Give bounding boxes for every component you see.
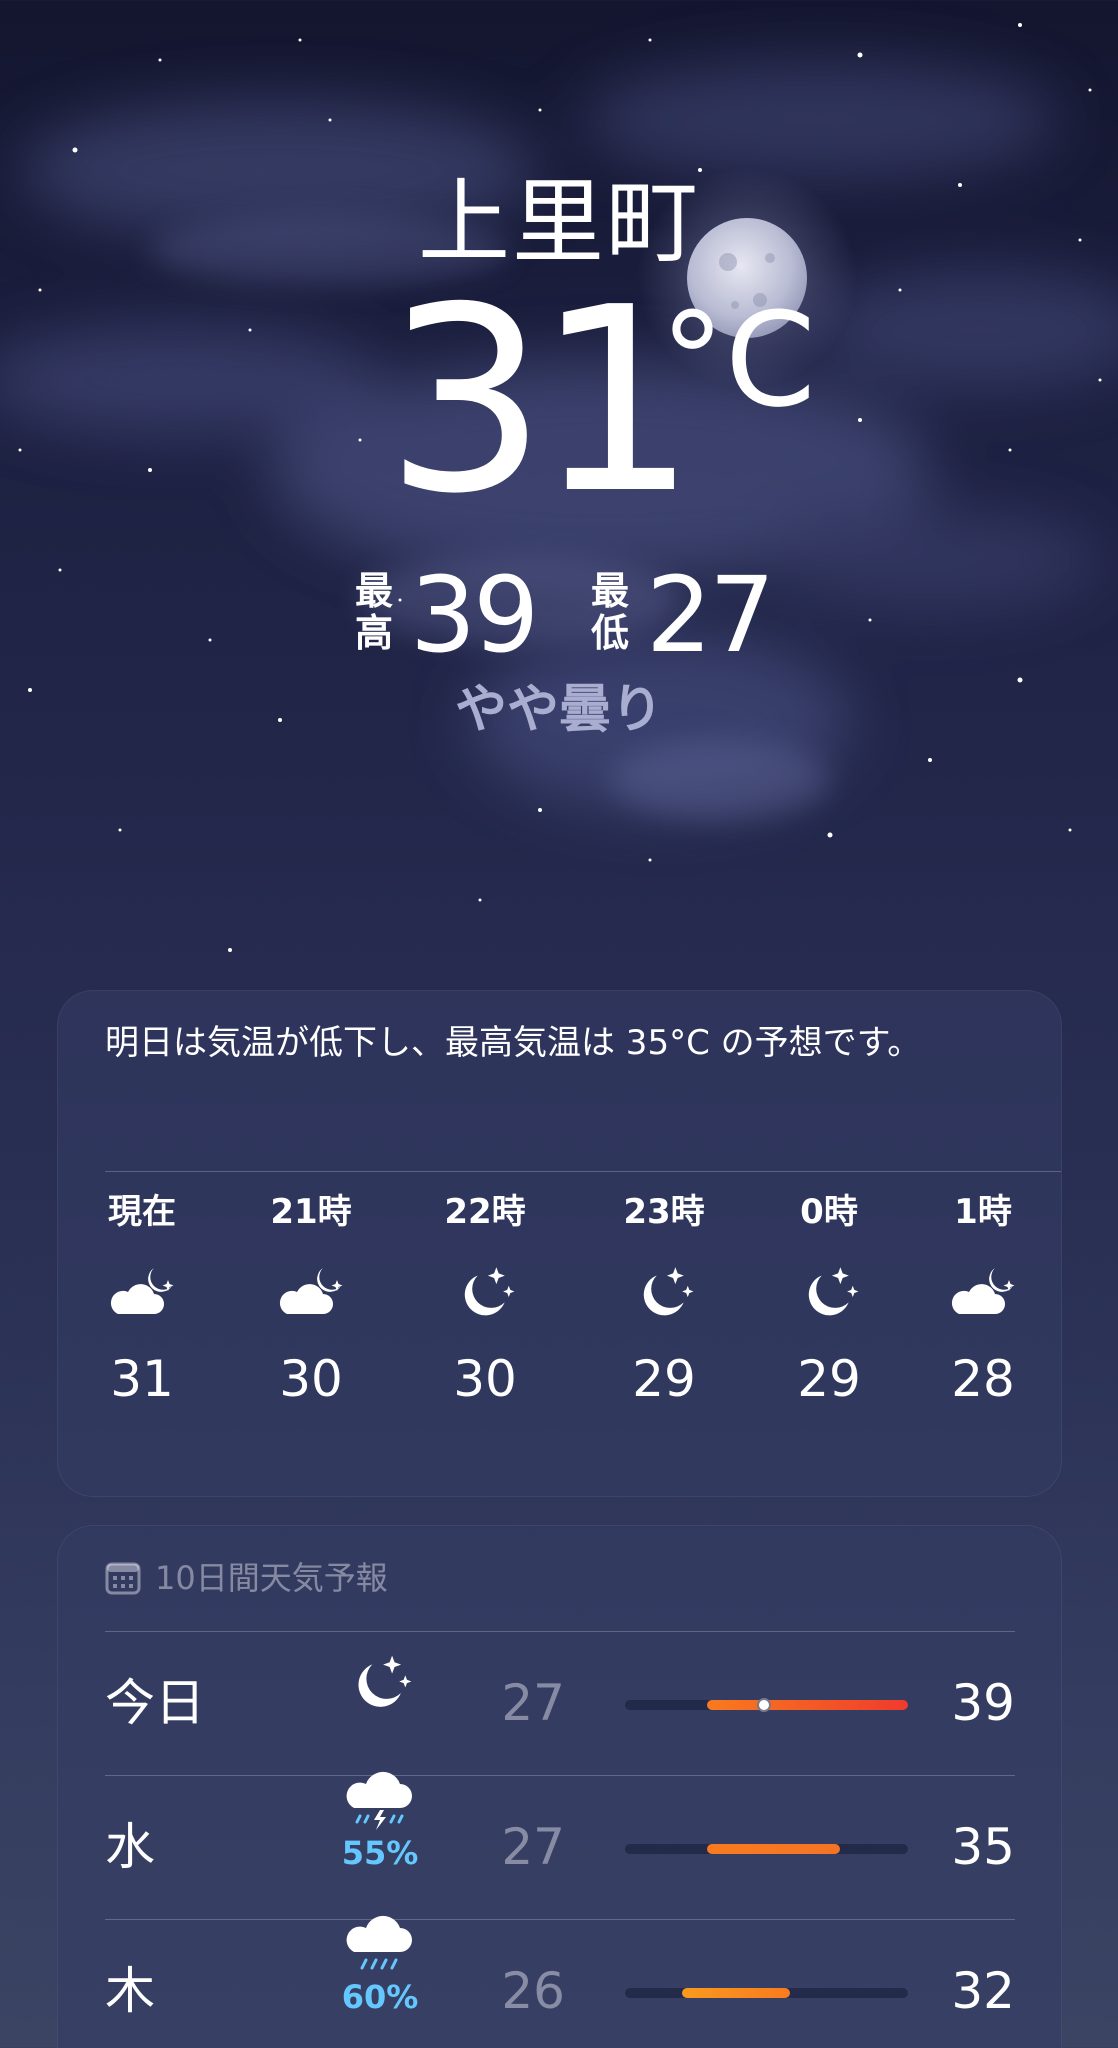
day-row[interactable]: 木 60% 26 32 [105,1915,1015,2048]
hour-item: 1時 28 [913,1191,1053,1409]
hour-icon [913,1261,1053,1331]
cloud-moon-icon [279,1268,343,1314]
hour-label: 0時 [800,1192,858,1232]
cloud-moon-icon [951,1268,1015,1314]
ten-day-forecast-card[interactable]: 10日間天気予報 今日 27 39 水 55% 27 35 木 60% 26 32 [57,1525,1062,2048]
weather-condition: やや曇り [454,680,663,740]
day-weather-icon: 60% [335,1915,425,2015]
temperature-range-bar [625,1844,908,1854]
low-temp: 27 [501,1818,565,1876]
precipitation-chance: 60% [341,1978,419,2016]
temperature-range-fill [682,1988,790,1998]
ten-day-forecast-header: 10日間天気予報 [105,1554,388,1598]
temperature-range-fill [707,1700,908,1710]
hour-label: 21時 [270,1192,352,1232]
temperature-range-bar [625,1988,908,1998]
moon-stars-icon [464,1267,515,1316]
calendar-icon [105,1562,141,1595]
cloud-rain-icon [346,1915,412,1970]
ten-day-forecast-title: 10日間天気予報 [155,1559,388,1597]
cloud-bolt-rain-icon [346,1771,412,1830]
hourly-forecast-card[interactable]: 明日は気温が低下し、最高気温は 35°C の予想です。 現在 31 21時 30 22時… [57,990,1062,1497]
hour-item: 0時 29 [759,1191,899,1409]
hour-icon [241,1261,381,1331]
low-temp: 27 [501,1674,565,1732]
hour-icon [72,1261,212,1331]
day-weather-icon: 55% [335,1771,425,1871]
moon-stars-icon [643,1267,694,1316]
hour-label: 22時 [444,1192,526,1232]
hour-icon [594,1261,734,1331]
high-temp: 32 [951,1962,1015,2020]
hour-icon [415,1261,555,1331]
day-label: 水 [105,1818,155,1876]
cloud-moon-icon [110,1268,174,1314]
high-label: 最高 [354,569,393,655]
temperature-range-fill [707,1844,840,1854]
high-temp: 39 [951,1674,1015,1732]
hour-temperature: 29 [632,1350,696,1408]
day-label: 今日 [105,1674,205,1732]
forecast-summary: 明日は気温が低下し、最高気温は 35°C の予想です。 [105,1023,922,1063]
hour-item: 22時 30 [415,1191,555,1409]
hour-item: 23時 29 [594,1191,734,1409]
hour-label: 1時 [954,1192,1012,1232]
temperature-unit: °C [660,284,816,436]
hour-temperature: 28 [951,1350,1015,1408]
temperature-range-bar [625,1698,908,1712]
card-divider [105,1171,1061,1172]
day-row[interactable]: 今日 27 39 [105,1631,1015,1775]
low-temp: 26 [501,1962,565,2020]
low-temperature: 27 [646,554,775,676]
current-temp-indicator [757,1698,771,1712]
hour-icon [759,1261,899,1331]
current-temperature: 31 [385,253,698,550]
high-temperature: 39 [410,554,539,676]
day-weather-icon [335,1649,425,1719]
high-low-row: 最高 39 最低 27 [0,560,1118,670]
low-label: 最低 [590,569,629,655]
day-row[interactable]: 水 55% 27 35 [105,1771,1015,1919]
hour-temperature: 30 [453,1350,517,1408]
hour-temperature: 29 [797,1350,861,1408]
moon-stars-icon [358,1655,412,1707]
hour-label: 現在 [108,1192,176,1232]
hour-item: 現在 31 [72,1191,212,1409]
day-label: 木 [105,1962,155,2020]
high-temp: 35 [951,1818,1015,1876]
current-conditions-header: 上里町 31 °C 最高 39 最低 27 やや曇り [0,0,1118,800]
hour-temperature: 30 [279,1350,343,1408]
moon-stars-icon [808,1267,859,1316]
precipitation-chance: 55% [341,1834,419,1872]
hour-label: 23時 [623,1192,705,1232]
hour-temperature: 31 [110,1350,174,1408]
hour-item: 21時 30 [241,1191,381,1409]
